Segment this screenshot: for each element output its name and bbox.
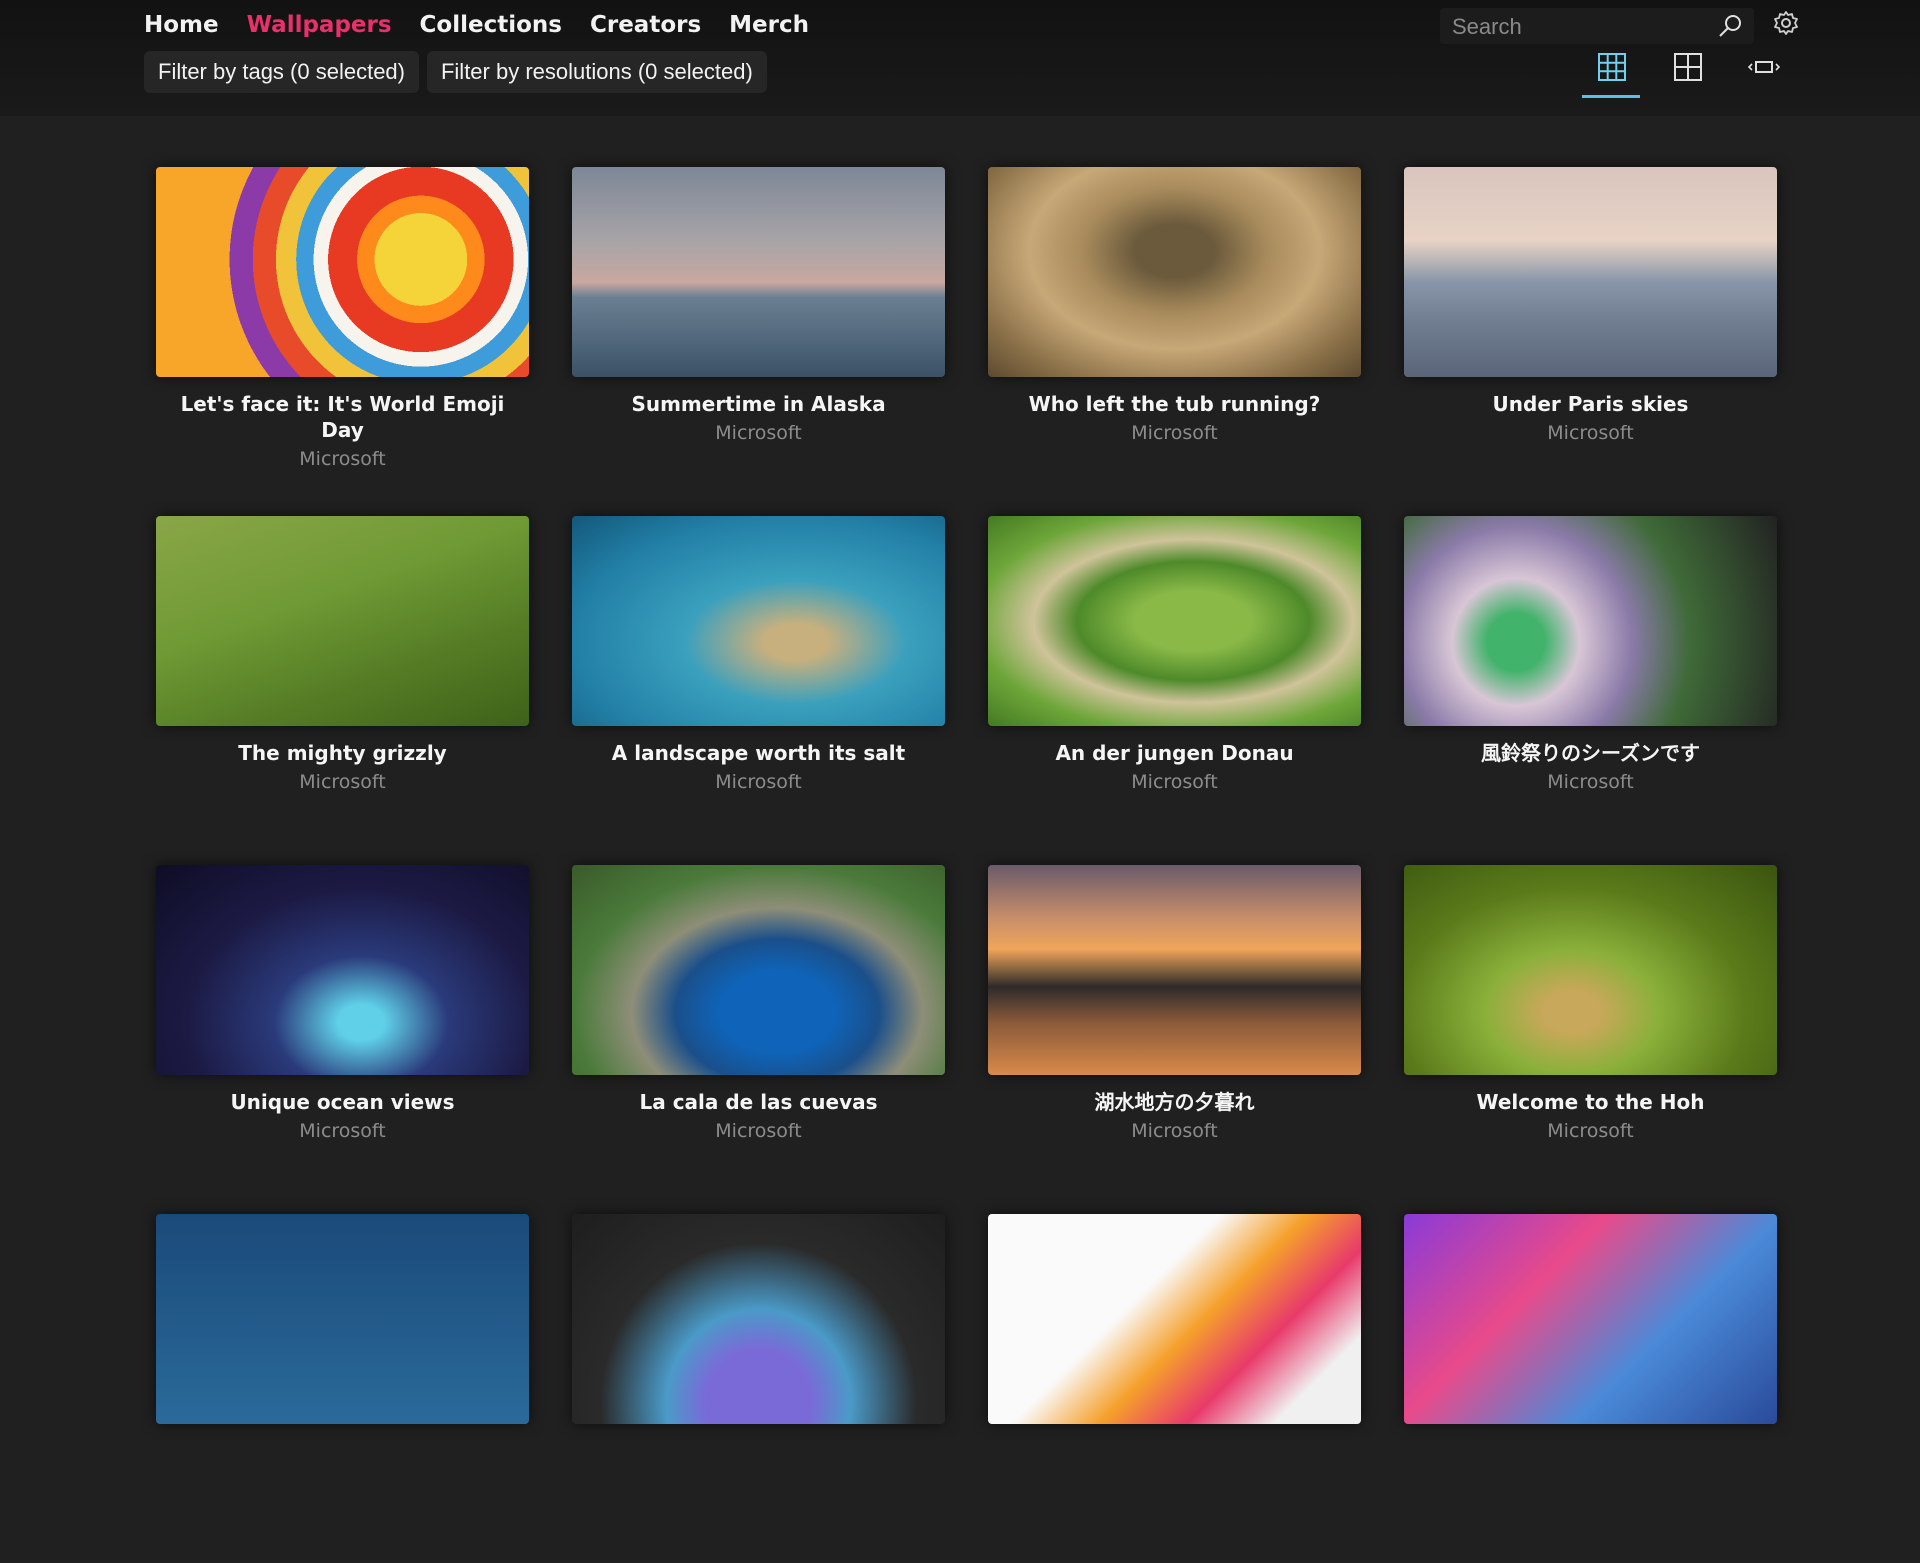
wallpaper-title: A landscape worth its salt	[611, 741, 906, 765]
wallpaper-card[interactable]: An der jungen Donau Microsoft	[988, 516, 1361, 865]
wallpaper-author[interactable]: Microsoft	[988, 770, 1361, 794]
wallpaper-card[interactable]: Welcome to the Hoh Microsoft	[1404, 865, 1777, 1214]
view-large-grid-button[interactable]	[1658, 48, 1716, 98]
large-grid-icon	[1674, 53, 1702, 81]
wallpaper-author[interactable]: Microsoft	[572, 1119, 945, 1143]
wallpaper-card[interactable]	[988, 1214, 1361, 1563]
wallpaper-title: La cala de las cuevas	[639, 1090, 878, 1114]
top-bar: Home Wallpapers Collections Creators Mer…	[0, 0, 1920, 116]
wallpaper-author[interactable]: Microsoft	[1404, 770, 1777, 794]
wallpaper-card[interactable]: A landscape worth its salt Microsoft	[572, 516, 945, 865]
wallpaper-author[interactable]: Microsoft	[156, 770, 529, 794]
main-nav: Home Wallpapers Collections Creators Mer…	[144, 10, 823, 40]
wallpaper-thumbnail[interactable]	[156, 516, 529, 726]
nav-home[interactable]: Home	[144, 10, 233, 40]
search-box	[1440, 8, 1754, 46]
nav-merch[interactable]: Merch	[715, 10, 823, 40]
wallpaper-thumbnail[interactable]	[1404, 516, 1777, 726]
wallpaper-title: Let's face it: It's World Emoji Day	[180, 392, 505, 442]
wallpaper-card[interactable]	[156, 1214, 529, 1563]
nav-creators[interactable]: Creators	[576, 10, 715, 40]
nav-collections[interactable]: Collections	[406, 10, 576, 40]
wallpaper-author[interactable]: Microsoft	[156, 447, 529, 471]
wallpaper-author[interactable]: Microsoft	[988, 421, 1361, 445]
single-view-icon	[1748, 61, 1780, 73]
wallpaper-thumbnail[interactable]	[988, 865, 1361, 1075]
wallpaper-thumbnail[interactable]	[156, 167, 529, 377]
wallpaper-title: An der jungen Donau	[1055, 741, 1294, 765]
wallpaper-author[interactable]: Microsoft	[156, 1119, 529, 1143]
wallpaper-title: The mighty grizzly	[238, 741, 447, 765]
wallpaper-author[interactable]: Microsoft	[1404, 421, 1777, 445]
wallpaper-card[interactable]: Unique ocean views Microsoft	[156, 865, 529, 1214]
filter-resolutions-button[interactable]: Filter by resolutions (0 selected)	[426, 51, 767, 93]
wallpaper-title: Unique ocean views	[230, 1090, 455, 1114]
wallpaper-card[interactable]: Let's face it: It's World Emoji Day Micr…	[156, 167, 529, 516]
filter-tags-button[interactable]: Filter by tags (0 selected)	[144, 51, 419, 93]
wallpaper-card[interactable]: The mighty grizzly Microsoft	[156, 516, 529, 865]
wallpaper-card[interactable]: Who left the tub running? Microsoft	[988, 167, 1361, 516]
wallpaper-thumbnail[interactable]	[156, 1214, 529, 1424]
wallpaper-thumbnail[interactable]	[988, 516, 1361, 726]
wallpaper-thumbnail[interactable]	[156, 865, 529, 1075]
filter-bar: Filter by tags (0 selected) Filter by re…	[144, 51, 767, 93]
wallpaper-card[interactable]	[1404, 1214, 1777, 1563]
wallpaper-thumbnail[interactable]	[988, 167, 1361, 377]
small-grid-icon	[1598, 53, 1626, 81]
nav-wallpapers[interactable]: Wallpapers	[233, 10, 406, 40]
wallpaper-card[interactable]	[572, 1214, 945, 1563]
wallpaper-card[interactable]: Summertime in Alaska Microsoft	[572, 167, 945, 516]
view-single-button[interactable]	[1732, 48, 1790, 98]
wallpaper-title: Under Paris skies	[1492, 392, 1689, 416]
wallpaper-thumbnail[interactable]	[572, 1214, 945, 1424]
wallpaper-card[interactable]: 風鈴祭りのシーズンです Microsoft	[1404, 516, 1777, 865]
wallpaper-thumbnail[interactable]	[572, 167, 945, 377]
wallpaper-author[interactable]: Microsoft	[572, 421, 945, 445]
wallpaper-thumbnail[interactable]	[572, 516, 945, 726]
wallpaper-thumbnail[interactable]	[1404, 865, 1777, 1075]
wallpaper-title: 湖水地方の夕暮れ	[1094, 1090, 1255, 1114]
wallpaper-thumbnail[interactable]	[572, 865, 945, 1075]
wallpaper-thumbnail[interactable]	[988, 1214, 1361, 1424]
wallpaper-title: 風鈴祭りのシーズンです	[1481, 741, 1700, 765]
search-input[interactable]	[1450, 8, 1704, 46]
wallpaper-thumbnail[interactable]	[1404, 1214, 1777, 1424]
wallpaper-title: Welcome to the Hoh	[1476, 1090, 1705, 1114]
search-icon[interactable]	[1716, 12, 1744, 40]
wallpaper-title: Summertime in Alaska	[631, 392, 886, 416]
wallpaper-author[interactable]: Microsoft	[1404, 1119, 1777, 1143]
wallpaper-title: Who left the tub running?	[1028, 392, 1321, 416]
wallpaper-card[interactable]: Under Paris skies Microsoft	[1404, 167, 1777, 516]
wallpaper-card[interactable]: 湖水地方の夕暮れ Microsoft	[988, 865, 1361, 1214]
wallpaper-thumbnail[interactable]	[1404, 167, 1777, 377]
wallpaper-card[interactable]: La cala de las cuevas Microsoft	[572, 865, 945, 1214]
wallpaper-author[interactable]: Microsoft	[572, 770, 945, 794]
gear-icon[interactable]	[1772, 9, 1800, 37]
view-small-grid-button[interactable]	[1582, 48, 1640, 98]
wallpaper-grid: Let's face it: It's World Emoji Day Micr…	[156, 167, 1777, 1563]
wallpaper-author[interactable]: Microsoft	[988, 1119, 1361, 1143]
